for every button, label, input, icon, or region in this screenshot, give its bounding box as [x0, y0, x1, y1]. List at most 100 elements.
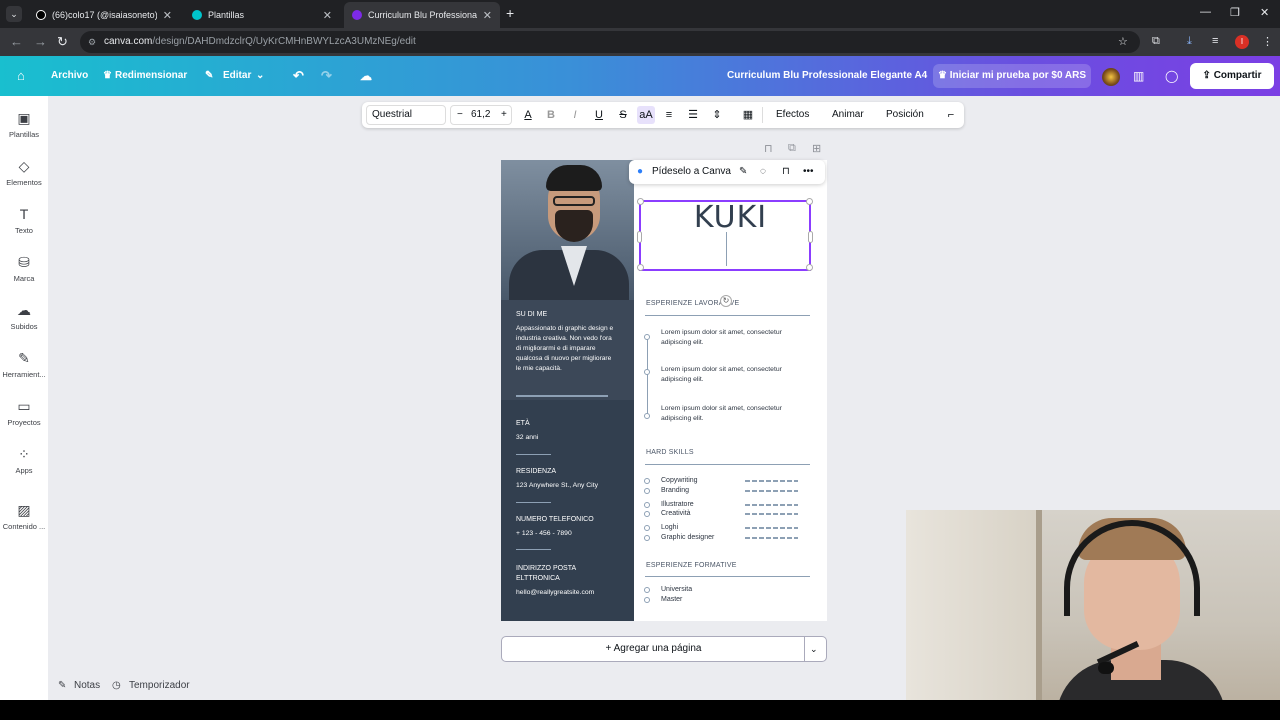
redo-icon[interactable]: ↷ — [321, 56, 332, 96]
resize-handle[interactable] — [808, 231, 813, 243]
selection-box[interactable] — [637, 198, 813, 271]
comment-icon[interactable]: ◯ — [1165, 69, 1178, 83]
resize-handle[interactable] — [806, 198, 813, 205]
document-title[interactable]: Curriculum Blu Professionale Elegante A4 — [727, 56, 927, 96]
browser-menu-icon[interactable]: ⋮ — [1262, 35, 1273, 48]
age-label[interactable]: ETÀ — [516, 420, 530, 427]
underline-icon[interactable]: U — [592, 106, 606, 124]
url-input[interactable]: ⚙ canva.com/design/DAHDmdzclrQ/UyKrCMHnB… — [80, 31, 1140, 53]
resize-handle[interactable] — [637, 264, 644, 271]
italic-icon[interactable]: I — [568, 106, 582, 124]
lock-page-icon[interactable]: ⊓ — [764, 142, 773, 155]
add-page-button[interactable]: + Agregar una página ⌄ — [501, 636, 827, 662]
email-value[interactable]: hello@reallygreatsite.com — [516, 589, 594, 596]
case-icon[interactable]: aA — [637, 106, 655, 124]
transparency-icon[interactable]: ▦ — [741, 106, 755, 124]
home-icon[interactable]: ⌂ — [17, 56, 25, 96]
education-item[interactable]: Master — [661, 596, 682, 603]
profile-photo[interactable] — [501, 160, 634, 300]
window-close-icon[interactable]: ✕ — [1260, 6, 1269, 19]
about-text[interactable]: Appassionato di graphic design e industr… — [516, 324, 616, 374]
skill-item[interactable]: Copywriting — [661, 477, 698, 484]
media-icon[interactable]: ≡ — [1212, 35, 1218, 47]
cloud-icon[interactable]: ☁ — [360, 56, 372, 96]
spacing-icon[interactable]: ⇕ — [710, 106, 724, 124]
paint-format-icon[interactable]: ⌐ — [944, 106, 958, 124]
animate-button[interactable]: Animar — [832, 106, 864, 124]
menu-editar[interactable]: Editar — [223, 56, 251, 96]
bookmark-star-icon[interactable]: ☆ — [1118, 35, 1128, 48]
user-avatar[interactable] — [1102, 68, 1120, 86]
add-page-icon[interactable]: ⊞ — [812, 142, 821, 155]
close-icon[interactable]: ✕ — [323, 9, 332, 22]
about-title[interactable]: SU DI ME — [516, 311, 547, 318]
effects-button[interactable]: Efectos — [776, 106, 809, 124]
skills-title[interactable]: HARD SKILLS — [646, 449, 694, 456]
age-value[interactable]: 32 anni — [516, 434, 538, 441]
phone-label[interactable]: NUMERO TELEFONICO — [516, 516, 594, 523]
strikethrough-icon[interactable]: S — [616, 106, 630, 124]
chevron-down-icon[interactable]: ⌄ — [256, 56, 264, 96]
education-title[interactable]: ESPERIENZE FORMATIVE — [646, 562, 737, 569]
experience-item[interactable]: Lorem ipsum dolor sit amet, consectetur … — [661, 404, 811, 423]
site-info-icon[interactable]: ⚙ — [88, 31, 96, 53]
skill-item[interactable]: Illustratore — [661, 501, 694, 508]
new-tab-icon[interactable]: + — [506, 5, 514, 21]
profile-avatar[interactable]: I — [1235, 35, 1249, 49]
lock-icon[interactable]: ⊓ — [782, 160, 790, 184]
notes-icon[interactable]: ✎ — [58, 680, 66, 691]
sidebar-item-apps[interactable]: ⁘ Apps — [0, 446, 48, 475]
sidebar-item-proyectos[interactable]: ▭ Proyectos — [0, 398, 48, 427]
magic-write-icon[interactable]: ✎ — [739, 160, 747, 184]
align-center-icon[interactable]: ≡ — [662, 106, 676, 124]
list-icon[interactable]: ☰ — [686, 106, 700, 124]
tab-search-icon[interactable]: ⌄ — [6, 6, 22, 22]
email-label[interactable]: INDIRIZZO POSTA ELTTRONICA — [516, 564, 596, 584]
skill-item[interactable]: Graphic designer — [661, 534, 714, 541]
sidebar-item-texto[interactable]: T Texto — [0, 206, 48, 235]
bold-icon[interactable]: B — [544, 106, 558, 124]
phone-value[interactable]: + 123 - 456 - 7890 — [516, 530, 572, 537]
close-icon[interactable]: ✕ — [483, 9, 492, 22]
download-icon[interactable]: ⤓ — [1187, 35, 1192, 48]
menu-archivo[interactable]: Archivo — [51, 56, 88, 96]
resume-page[interactable]: SU DI ME Appassionato di graphic design … — [501, 160, 827, 621]
font-size-stepper[interactable]: − 61,2 + — [450, 105, 512, 125]
sidebar-item-herramientas[interactable]: ✎ Herramient... — [0, 350, 48, 379]
skill-item[interactable]: Branding — [661, 487, 689, 494]
sidebar-item-subidos[interactable]: ☁ Subidos — [0, 302, 48, 331]
experience-item[interactable]: Lorem ipsum dolor sit amet, consectetur … — [661, 365, 811, 384]
position-button[interactable]: Posición — [886, 106, 924, 124]
minimize-icon[interactable]: — — [1200, 6, 1211, 18]
education-item[interactable]: Universita — [661, 586, 692, 593]
rotate-icon[interactable]: ↻ — [720, 295, 732, 307]
comment-add-icon[interactable]: ◌ — [760, 160, 766, 184]
notes-button[interactable]: Notas — [74, 680, 100, 691]
tab-curriculum[interactable]: Curriculum Blu Professionale Ele ✕ — [344, 2, 500, 28]
increase-size-icon[interactable]: + — [501, 106, 507, 124]
menu-redimensionar[interactable]: Redimensionar — [115, 56, 187, 96]
close-icon[interactable]: ✕ — [163, 9, 172, 22]
skill-item[interactable]: Creatività — [661, 510, 691, 517]
sidebar-item-contenido[interactable]: ▨ Contenido ... — [0, 502, 48, 531]
resize-handle[interactable] — [637, 231, 642, 243]
tab-tiktok[interactable]: (66)colo17 (@isaiasoneto) | TikT ✕ — [28, 2, 180, 28]
resize-handle[interactable] — [806, 264, 813, 271]
ask-canva-button[interactable]: Pídeselo a Canva — [652, 160, 731, 184]
restore-icon[interactable]: ❐ — [1230, 6, 1240, 19]
sidebar-item-plantillas[interactable]: ▣ Plantillas — [0, 110, 48, 139]
chevron-down-icon[interactable]: ⌄ — [810, 637, 818, 661]
timer-icon[interactable]: ◷ — [112, 680, 121, 691]
forward-icon[interactable]: → — [34, 34, 47, 49]
insights-icon[interactable]: ▥ — [1133, 69, 1144, 83]
share-button[interactable]: ⇪ Compartir — [1190, 63, 1274, 89]
decrease-size-icon[interactable]: − — [457, 106, 463, 124]
reload-icon[interactable]: ↻ — [57, 34, 68, 50]
tab-plantillas[interactable]: Plantillas ✕ — [184, 2, 340, 28]
back-icon[interactable]: ← — [10, 34, 23, 49]
font-size-value[interactable]: 61,2 — [471, 106, 490, 124]
undo-icon[interactable]: ↶ — [293, 56, 304, 96]
font-selector[interactable]: Questrial — [366, 105, 446, 125]
experience-item[interactable]: Lorem ipsum dolor sit amet, consectetur … — [661, 328, 811, 347]
sidebar-item-elementos[interactable]: ◇ Elementos — [0, 158, 48, 187]
